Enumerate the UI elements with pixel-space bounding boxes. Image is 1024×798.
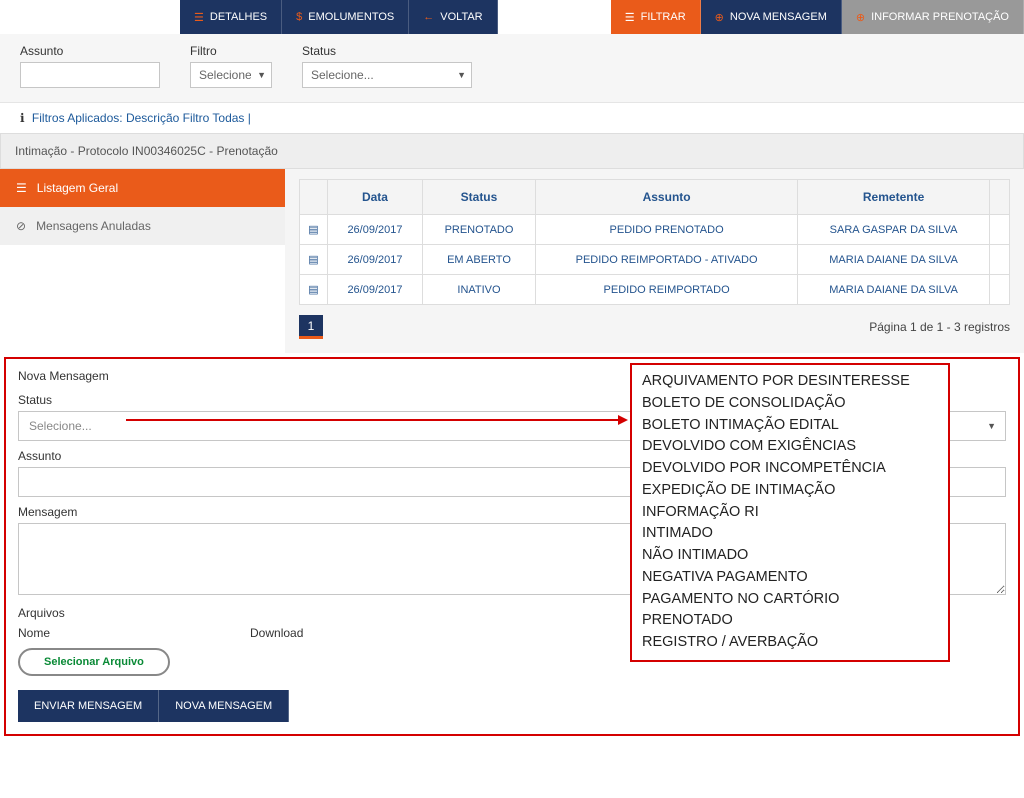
- table-area: Data Status Assunto Remetente ▤ 26/09/20…: [285, 169, 1024, 353]
- pager: 1 Página 1 de 1 - 3 registros: [299, 315, 1010, 339]
- status-option[interactable]: INFORMAÇÃO RI: [642, 502, 938, 524]
- emolumentos-label: EMOLUMENTOS: [308, 11, 394, 23]
- download-label: Download: [250, 626, 303, 640]
- cell-assunto: PEDIDO REIMPORTADO - ATIVADO: [536, 245, 798, 275]
- status-option[interactable]: DEVOLVIDO COM EXIGÊNCIAS: [642, 436, 938, 458]
- cell-status: EM ABERTO: [422, 245, 535, 275]
- page-title: Intimação - Protocolo IN00346025C - Pren…: [0, 133, 1024, 169]
- informar-prenotacao-label: INFORMAR PRENOTAÇÃO: [871, 11, 1009, 23]
- status-options-overlay: ARQUIVAMENTO POR DESINTERESSE BOLETO DE …: [630, 363, 950, 662]
- detalhes-button[interactable]: ☰ DETALHES: [180, 0, 282, 34]
- col-icon: [300, 180, 328, 215]
- applied-filters-text: Filtros Aplicados: Descrição Filtro Toda…: [32, 111, 251, 125]
- cell-data: 26/09/2017: [328, 215, 423, 245]
- cell-end: [990, 245, 1010, 275]
- page-number[interactable]: 1: [299, 315, 323, 339]
- filtrar-button[interactable]: ☰ FILTRAR: [611, 0, 701, 34]
- table-row[interactable]: ▤ 26/09/2017 PRENOTADO PEDIDO PRENOTADO …: [300, 215, 1010, 245]
- nome-label: Nome: [18, 626, 50, 640]
- cell-data: 26/09/2017: [328, 245, 423, 275]
- applied-filters: ℹ Filtros Aplicados: Descrição Filtro To…: [0, 103, 1024, 133]
- cell-end: [990, 275, 1010, 305]
- cell-data: 26/09/2017: [328, 275, 423, 305]
- filter-icon: ☰: [625, 11, 635, 24]
- enviar-mensagem-button[interactable]: ENVIAR MENSAGEM: [18, 690, 159, 722]
- status-option[interactable]: INTIMADO: [642, 523, 938, 545]
- filter-status: Status: [302, 44, 472, 88]
- sidebar-item-label: Listagem Geral: [37, 181, 118, 195]
- cell-status: PRENOTADO: [422, 215, 535, 245]
- voltar-button[interactable]: ← VOLTAR: [409, 0, 497, 34]
- col-assunto: Assunto: [536, 180, 798, 215]
- status-option[interactable]: PRENOTADO: [642, 610, 938, 632]
- cell-assunto: PEDIDO REIMPORTADO: [536, 275, 798, 305]
- sidebar-item-label: Mensagens Anuladas: [36, 219, 151, 233]
- detail-icon[interactable]: ▤: [308, 224, 318, 236]
- selecionar-arquivo-button[interactable]: Selecionar Arquivo: [18, 648, 170, 676]
- cell-status: INATIVO: [422, 275, 535, 305]
- toolbar-left: ☰ DETALHES $ EMOLUMENTOS ← VOLTAR: [180, 0, 498, 34]
- content-area: ☰ Listagem Geral ⊘ Mensagens Anuladas Da…: [0, 169, 1024, 353]
- nova-mensagem-action-button[interactable]: NOVA MENSAGEM: [159, 690, 289, 722]
- table-row[interactable]: ▤ 26/09/2017 INATIVO PEDIDO REIMPORTADO …: [300, 275, 1010, 305]
- sidebar-item-listagem-geral[interactable]: ☰ Listagem Geral: [0, 169, 285, 207]
- nova-mensagem-label: NOVA MENSAGEM: [730, 11, 827, 23]
- filtro-select[interactable]: [190, 62, 272, 88]
- cell-remetente: MARIA DAIANE DA SILVA: [798, 275, 990, 305]
- sidebar: ☰ Listagem Geral ⊘ Mensagens Anuladas: [0, 169, 285, 353]
- plus-circle-icon: ⊕: [715, 11, 724, 24]
- annotation-arrow: [126, 419, 626, 421]
- assunto-label: Assunto: [20, 44, 160, 58]
- cell-remetente: SARA GASPAR DA SILVA: [798, 215, 990, 245]
- informar-prenotacao-button[interactable]: ⊕ INFORMAR PRENOTAÇÃO: [842, 0, 1024, 34]
- filter-assunto: Assunto: [20, 44, 160, 88]
- cell-end: [990, 215, 1010, 245]
- status-option[interactable]: EXPEDIÇÃO DE INTIMAÇÃO: [642, 480, 938, 502]
- status-option[interactable]: NÃO INTIMADO: [642, 545, 938, 567]
- cell-assunto: PEDIDO PRENOTADO: [536, 215, 798, 245]
- arrow-left-icon: ←: [423, 11, 434, 23]
- status-label: Status: [302, 44, 472, 58]
- assunto-input[interactable]: [20, 62, 160, 88]
- sidebar-item-mensagens-anuladas[interactable]: ⊘ Mensagens Anuladas: [0, 207, 285, 245]
- filter-bar: Assunto Filtro Status: [0, 34, 1024, 103]
- info-icon: ℹ: [20, 111, 25, 125]
- toolbar-right: ☰ FILTRAR ⊕ NOVA MENSAGEM ⊕ INFORMAR PRE…: [611, 0, 1024, 34]
- block-icon: ⊘: [16, 219, 26, 233]
- plus-circle-icon: ⊕: [856, 11, 865, 24]
- detail-icon[interactable]: ▤: [308, 254, 318, 266]
- status-option[interactable]: NEGATIVA PAGAMENTO: [642, 567, 938, 589]
- dollar-icon: $: [296, 11, 302, 23]
- col-status: Status: [422, 180, 535, 215]
- nova-mensagem-button[interactable]: ⊕ NOVA MENSAGEM: [701, 0, 842, 34]
- detalhes-label: DETALHES: [210, 11, 267, 23]
- detail-icon[interactable]: ▤: [308, 284, 318, 296]
- filtrar-label: FILTRAR: [641, 11, 686, 23]
- status-option[interactable]: BOLETO DE CONSOLIDAÇÃO: [642, 393, 938, 415]
- col-end: [990, 180, 1010, 215]
- status-option[interactable]: REGISTRO / AVERBAÇÃO: [642, 632, 938, 654]
- top-toolbar: ☰ DETALHES $ EMOLUMENTOS ← VOLTAR ☰ FILT…: [0, 0, 1024, 34]
- filtro-label: Filtro: [190, 44, 272, 58]
- form-actions: ENVIAR MENSAGEM NOVA MENSAGEM: [18, 690, 1006, 722]
- emolumentos-button[interactable]: $ EMOLUMENTOS: [282, 0, 409, 34]
- cell-remetente: MARIA DAIANE DA SILVA: [798, 245, 990, 275]
- voltar-label: VOLTAR: [440, 11, 482, 23]
- table-row[interactable]: ▤ 26/09/2017 EM ABERTO PEDIDO REIMPORTAD…: [300, 245, 1010, 275]
- messages-table: Data Status Assunto Remetente ▤ 26/09/20…: [299, 179, 1010, 305]
- status-option[interactable]: PAGAMENTO NO CARTÓRIO: [642, 589, 938, 611]
- status-option[interactable]: DEVOLVIDO POR INCOMPETÊNCIA: [642, 458, 938, 480]
- col-data: Data: [328, 180, 423, 215]
- list-icon: ☰: [16, 181, 27, 195]
- list-icon: ☰: [194, 11, 204, 24]
- filter-filtro: Filtro: [190, 44, 272, 88]
- page-info: Página 1 de 1 - 3 registros: [869, 320, 1010, 334]
- nova-mensagem-form: Nova Mensagem Status Assunto Mensagem Ar…: [4, 357, 1020, 736]
- status-option[interactable]: ARQUIVAMENTO POR DESINTERESSE: [642, 371, 938, 393]
- status-select[interactable]: [302, 62, 472, 88]
- status-option[interactable]: BOLETO INTIMAÇÃO EDITAL: [642, 415, 938, 437]
- col-remetente: Remetente: [798, 180, 990, 215]
